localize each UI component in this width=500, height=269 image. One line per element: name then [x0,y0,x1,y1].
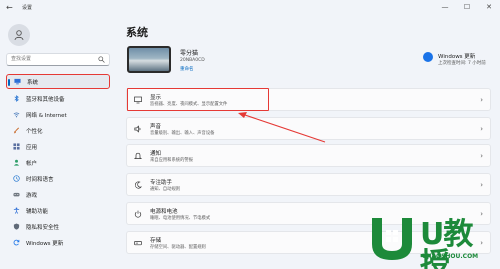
sidebar-item-label: 辅助功能 [26,208,49,215]
chevron-right-icon: › [480,152,483,160]
device-name: 零分猫 [180,50,199,57]
windows-update-title[interactable]: Windows 更新 [438,52,475,60]
person-icon [13,159,20,166]
search-input[interactable]: 查找设置 [6,53,110,66]
sidebar-item-privacy[interactable]: 隐私和安全性 [6,219,110,234]
speaker-icon [134,125,141,133]
sidebar-item-label: 游戏 [26,192,38,199]
sidebar-item-time-language[interactable]: 时间和语言 [6,171,110,186]
chevron-right-icon: › [480,96,483,104]
card-subtitle: 通知、自动规则 [150,187,181,192]
globe-clock-icon [13,175,20,182]
monitor-icon [14,78,21,85]
sidebar-item-label: 隐私和安全性 [26,224,60,231]
moon-icon [134,181,142,189]
sidebar-item-apps[interactable]: 应用 [6,139,110,154]
device-thumbnail [127,46,171,73]
shield-icon [13,223,20,230]
storage-icon [134,241,142,246]
card-title: 声音 [150,124,162,130]
device-model: 20NBA0CD [180,58,205,63]
sidebar: 查找设置 系统 蓝牙和其他设备 网络 & Internet 个性化 应用 帐户 … [0,17,116,269]
accessibility-icon [13,207,20,214]
brush-icon [13,127,20,134]
sidebar-item-label: 时间和语言 [26,176,54,183]
card-title: 电源和电池 [150,209,178,215]
sidebar-item-accounts[interactable]: 帐户 [6,155,110,170]
gamepad-icon [13,192,20,197]
close-icon[interactable]: ✕ [484,2,494,12]
user-icon [14,30,24,41]
chevron-right-icon: › [480,181,483,189]
bell-icon [134,152,142,159]
sidebar-item-network[interactable]: 网络 & Internet [6,107,110,122]
display-highlight-box [127,88,269,111]
minimize-icon[interactable]: — [440,2,450,12]
avatar[interactable] [8,24,30,46]
ujiaoshou-logo-icon [372,218,412,260]
search-placeholder: 查找设置 [11,56,32,62]
maximize-icon[interactable]: ☐ [462,2,472,12]
window-controls: — ☐ ✕ [440,2,494,12]
card-subtitle: 睡眠、电池使用情况、节电模式 [150,216,211,221]
settings-card-notifications[interactable]: 通知 来自应用和系统的警报 › [126,144,491,167]
search-icon[interactable] [98,56,105,63]
settings-card-sound[interactable]: 声音 音量级别、输出、输入、声音设备 › [126,117,491,140]
sidebar-item-label: 个性化 [26,128,43,135]
update-icon [13,239,20,246]
watermark-url: UJIAOSHOU.COM [422,253,479,260]
card-subtitle: 音量级别、输出、输入、声音设备 [150,131,215,136]
app-title: 设置 [22,5,33,11]
card-subtitle: 来自应用和系统的警报 [150,158,193,163]
sidebar-item-label: 应用 [26,144,38,151]
card-title: 通知 [150,151,162,157]
apps-icon [13,143,20,150]
page-title: 系统 [126,26,148,39]
bluetooth-icon [14,95,19,102]
sidebar-item-system[interactable]: 系统 [6,74,110,89]
sidebar-item-bluetooth[interactable]: 蓝牙和其他设备 [6,91,110,106]
windows-update-subtitle: 上次检查时间: 7 小时前 [438,61,486,66]
title-bar: ← 设置 — ☐ ✕ [0,0,500,17]
sidebar-item-label: 蓝牙和其他设备 [26,96,65,103]
rename-link[interactable]: 重命名 [180,66,194,72]
settings-card-focus-assist[interactable]: 专注助手 通知、自动规则 › [126,173,491,196]
sidebar-item-accessibility[interactable]: 辅助功能 [6,203,110,218]
windows-update-status-icon [423,52,433,62]
wifi-icon [13,112,20,118]
sidebar-item-gaming[interactable]: 游戏 [6,187,110,202]
sidebar-item-windows-update[interactable]: Windows 更新 [6,235,110,250]
chevron-right-icon: › [480,125,483,133]
card-title: 存储 [150,238,162,244]
power-icon [134,210,142,218]
watermark-brand: U教授 [420,217,473,269]
card-subtitle: 存储空间、驱动器、配置规则 [150,245,206,250]
sidebar-item-label: 帐户 [26,160,38,167]
sidebar-item-label: Windows 更新 [26,240,64,247]
sidebar-item-personalization[interactable]: 个性化 [6,123,110,138]
chevron-right-icon: › [480,210,483,218]
sidebar-item-label: 系统 [27,79,39,86]
card-title: 专注助手 [150,180,173,186]
sidebar-item-label: 网络 & Internet [26,112,67,119]
back-arrow-icon[interactable]: ← [6,3,16,13]
